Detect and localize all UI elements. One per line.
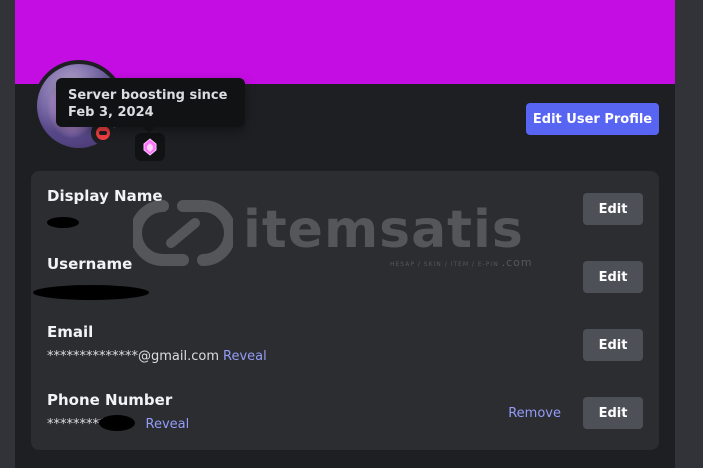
phone-row: Phone Number ********* Reveal Remove Edit xyxy=(47,391,643,441)
user-profile-card: Server boosting since Feb 3, 2024 Edit U… xyxy=(15,0,675,468)
redaction-scribble xyxy=(33,285,149,300)
account-info-panel: Display Name Edit Username Edit Email **… xyxy=(31,171,659,450)
tooltip-arrow xyxy=(143,127,155,133)
profile-banner xyxy=(15,0,675,84)
phone-value-line: ********* Reveal xyxy=(47,415,190,432)
edit-display-name-button[interactable]: Edit xyxy=(583,193,643,225)
reveal-phone-link[interactable]: Reveal xyxy=(146,417,190,432)
dnd-status-icon xyxy=(96,126,110,140)
username-label: Username xyxy=(47,255,133,273)
boost-tooltip: Server boosting since Feb 3, 2024 xyxy=(56,78,245,127)
email-row: Email **************@gmail.com Reveal Edi… xyxy=(47,323,643,373)
edit-user-profile-button[interactable]: Edit User Profile xyxy=(526,103,659,135)
display-name-label: Display Name xyxy=(47,187,163,205)
nitro-boost-badge[interactable] xyxy=(135,133,165,161)
reveal-email-link[interactable]: Reveal xyxy=(223,349,267,364)
redaction-scribble xyxy=(47,217,79,228)
phone-label: Phone Number xyxy=(47,391,173,409)
email-label: Email xyxy=(47,323,94,341)
email-value-line: **************@gmail.com Reveal xyxy=(47,349,267,364)
display-name-row: Display Name Edit xyxy=(47,187,643,237)
username-row: Username Edit xyxy=(33,255,643,305)
redaction-scribble xyxy=(99,415,135,431)
edit-phone-button[interactable]: Edit xyxy=(583,397,643,429)
phone-value: ********* xyxy=(47,417,106,432)
edit-username-button[interactable]: Edit xyxy=(583,261,643,293)
boost-gem-icon xyxy=(143,138,157,156)
edit-email-button[interactable]: Edit xyxy=(583,329,643,361)
email-value: **************@gmail.com xyxy=(47,349,220,364)
remove-phone-button[interactable]: Remove xyxy=(496,397,573,429)
